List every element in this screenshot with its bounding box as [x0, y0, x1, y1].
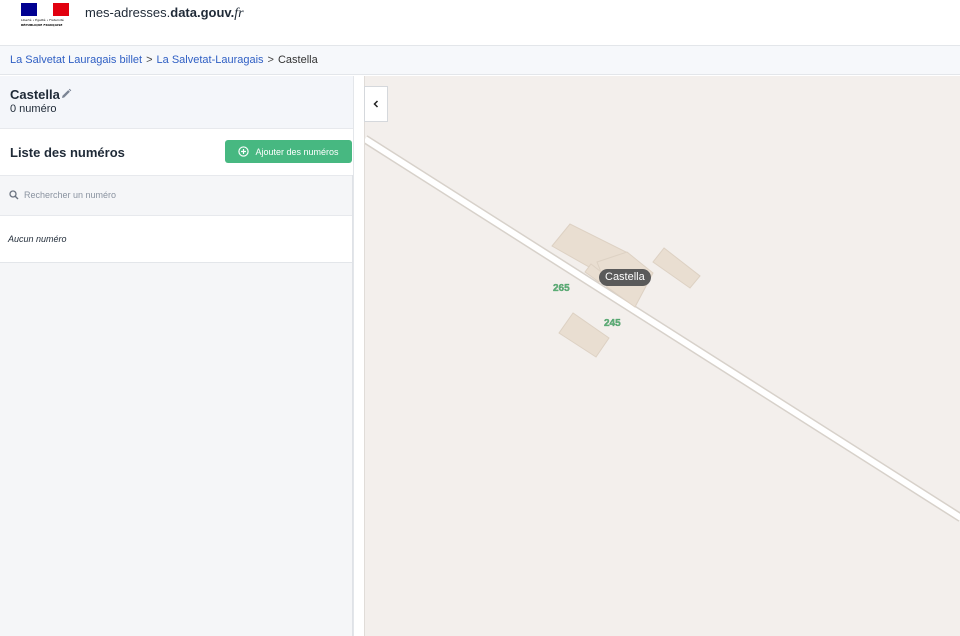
sidebar-divider [352, 175, 353, 636]
breadcrumb-base-locale[interactable]: La Salvetat Lauragais billet [10, 54, 142, 66]
breadcrumb-separator: > [146, 54, 153, 66]
flag-icon [21, 3, 69, 16]
empty-numeros-row: Aucun numéro [0, 216, 353, 263]
building [558, 312, 610, 358]
logo-motto: Liberté • Égalité • Fraternité [21, 18, 64, 22]
add-numeros-label: Ajouter des numéros [255, 146, 339, 157]
road-number-label: 245 [604, 318, 621, 329]
logo-republique: RÉPUBLIQUE FRANÇAISE [21, 23, 63, 27]
numero-search-bar [0, 176, 353, 216]
republique-francaise-logo[interactable]: Liberté • Égalité • Fraternité RÉPUBLIQU… [21, 3, 69, 29]
road-number-label: 265 [553, 283, 570, 294]
breadcrumb-commune[interactable]: La Salvetat-Lauragais [157, 54, 264, 66]
plus-circle-icon [238, 146, 250, 157]
site-name-prefix: mes-adresses. [85, 5, 171, 20]
numeros-list-header: Liste des numéros Ajouter des numéros [0, 129, 353, 176]
map-canvas[interactable] [365, 76, 960, 636]
site-name[interactable]: mes-adresses.data.gouv.fr [85, 5, 244, 22]
site-header: Liberté • Égalité • Fraternité RÉPUBLIQU… [0, 0, 960, 46]
pencil-icon[interactable] [60, 88, 72, 100]
road [365, 136, 960, 521]
site-name-bold: data.gouv. [170, 5, 235, 20]
empty-numeros-text: Aucun numéro [8, 234, 67, 244]
numero-search-input[interactable] [22, 184, 346, 206]
breadcrumb: La Salvetat Lauragais billet > La Salvetat… [0, 46, 960, 75]
voie-title: Castella [10, 87, 60, 102]
add-numeros-button[interactable]: Ajouter des numéros [225, 140, 352, 163]
search-icon [9, 190, 19, 200]
map-view[interactable]: 265 245 [364, 76, 960, 636]
voie-map-label[interactable]: Castella [599, 269, 651, 286]
site-name-suffix: fr [234, 6, 244, 21]
breadcrumb-separator: > [267, 54, 274, 66]
voie-numero-count: 0 numéro [10, 103, 57, 115]
voie-header: Castella 0 numéro [0, 76, 353, 129]
numeros-list-title: Liste des numéros [10, 145, 125, 160]
collapse-sidebar-button[interactable] [364, 86, 388, 122]
sidebar: Castella 0 numéro Liste des numéros Ajou… [0, 76, 354, 636]
chevron-left-icon [373, 100, 379, 108]
breadcrumb-current-voie: Castella [277, 54, 318, 66]
building [652, 247, 701, 289]
